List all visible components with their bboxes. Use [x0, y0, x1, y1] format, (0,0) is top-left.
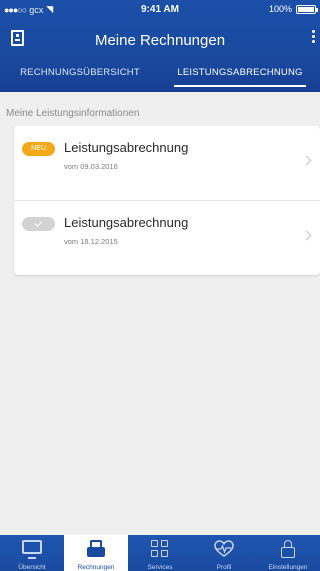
- read-badge: [22, 217, 55, 231]
- battery-icon: [296, 4, 318, 14]
- battery-percent: 100%: [268, 4, 292, 14]
- tabbar-item-profil[interactable]: Profil: [192, 535, 256, 571]
- tray-icon: [87, 540, 105, 558]
- nav-bar: Meine Rechnungen: [0, 24, 320, 56]
- chevron-right-icon: [301, 230, 312, 241]
- tab-rechnungsuebersicht[interactable]: RECHNUNGSÜBERSICHT: [0, 60, 160, 90]
- tabbar-label: Profil: [216, 564, 232, 571]
- app-root: ●●●○○ gcx ◥ 9:41 AM 100% Meine Rechnunge…: [0, 0, 320, 571]
- grid-icon: [151, 540, 169, 558]
- new-badge: NEU: [22, 142, 55, 156]
- tabbar-item-services[interactable]: Services: [128, 535, 192, 571]
- heart-icon: [214, 540, 234, 557]
- segment-tabs: RECHNUNGSÜBERSICHT LEISTUNGSABRECHNUNG: [0, 60, 320, 90]
- section-title: Meine Leistungsinformationen: [6, 108, 140, 119]
- tabbar-item-rechnungen[interactable]: Rechnungen: [64, 535, 128, 571]
- lock-icon: [281, 540, 295, 558]
- list-item-title: Leistungsabrechnung: [64, 215, 189, 230]
- monitor-icon: [22, 540, 42, 559]
- tabbar-label: Rechnungen: [77, 564, 115, 571]
- tabbar-item-einstellungen[interactable]: Einstellungen: [256, 535, 320, 571]
- tabbar-label: Einstellungen: [268, 564, 308, 571]
- more-options-icon[interactable]: [310, 28, 316, 50]
- list-item-date: vom 09.03.2016: [64, 162, 118, 171]
- list-item-title: Leistungsabrechnung: [64, 140, 189, 155]
- bottom-tab-bar: Übersicht Rechnungen Services Profil Ein…: [0, 535, 320, 571]
- tabbar-label: Services: [147, 564, 173, 571]
- check-icon: [34, 219, 43, 227]
- list-item-date: vom 18.12.2015: [64, 237, 118, 246]
- page-title: Meine Rechnungen: [94, 32, 226, 49]
- list-item[interactable]: NEU Leistungsabrechnung vom 09.03.2016: [14, 126, 320, 200]
- status-right: 100%: [268, 4, 318, 14]
- tabbar-label: Übersicht: [18, 564, 46, 571]
- tabbar-item-uebersicht[interactable]: Übersicht: [0, 535, 64, 571]
- status-bar: ●●●○○ gcx ◥ 9:41 AM 100%: [0, 0, 320, 20]
- header: ●●●○○ gcx ◥ 9:41 AM 100% Meine Rechnunge…: [0, 0, 320, 92]
- invoice-list-card: NEU Leistungsabrechnung vom 09.03.2016 L…: [14, 126, 320, 275]
- chevron-right-icon: [301, 155, 312, 166]
- tab-leistungsabrechnung[interactable]: LEISTUNGSABRECHNUNG: [160, 60, 320, 90]
- list-item[interactable]: Leistungsabrechnung vom 18.12.2015: [14, 200, 320, 274]
